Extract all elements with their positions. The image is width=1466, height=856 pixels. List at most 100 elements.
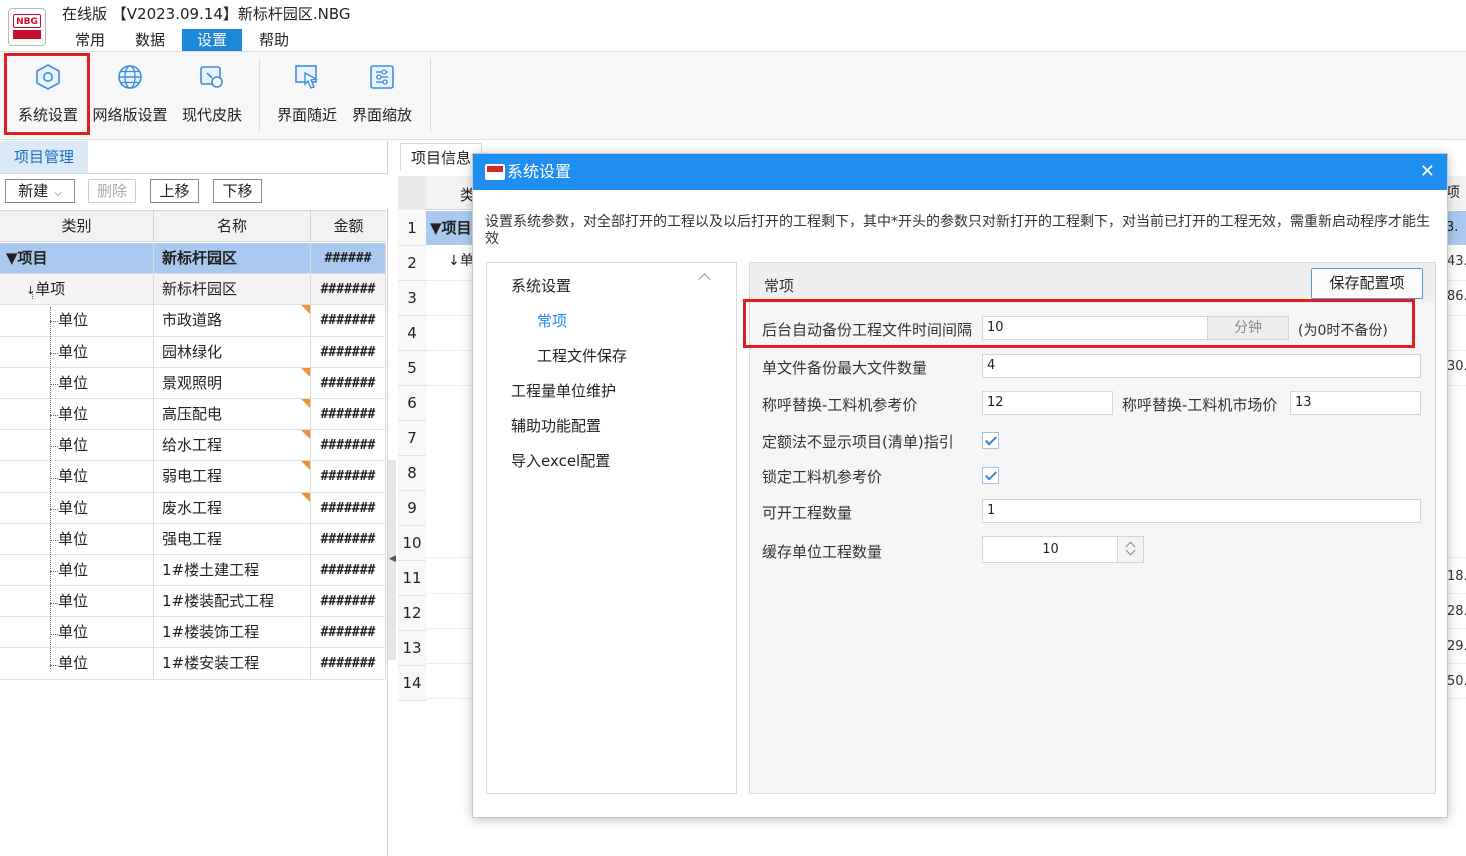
lock-price-label: 锁定工料机参考价 [762,468,883,486]
table-row[interactable]: 单位 1#楼装饰工程 ####### [0,617,386,649]
row-name: 废水工程 [162,498,223,517]
cell-value: 50. [1447,674,1466,689]
column-header-type[interactable]: 类别 [0,211,154,242]
row-number: 11 [398,561,426,596]
market-price-input[interactable]: 13 [1290,391,1421,415]
nav-item-general[interactable]: 常项 [537,310,567,331]
chevron-up-icon[interactable] [698,273,711,286]
row-name: 新标杆园区 [154,274,311,306]
row-number: 8 [398,456,426,491]
tab-project-info[interactable]: 项目信息 [400,143,483,171]
row-number: 13 [398,631,426,666]
app-title: 在线版 【V2023.09.14】新标杆园区.NBG [62,5,351,23]
ref-price-input[interactable]: 12 [982,391,1113,415]
move-up-button[interactable]: 上移 [150,179,199,203]
cell-value: 29. [1447,639,1466,654]
chevron-left-icon[interactable]: ◀ [389,554,396,564]
project-grid-header: 类别 名称 金额 [0,210,386,242]
row-number: 6 [398,386,426,421]
row-name: 园林绿化 [154,336,311,368]
grid-corner [398,176,426,210]
settings-section-header: 常项 保存配置项 [750,263,1435,303]
section-title: 常项 [764,277,795,295]
tab-project-management[interactable]: 项目管理 [0,141,88,173]
max-backup-input[interactable]: 4 [982,354,1421,378]
nav-item-unit-maintenance[interactable]: 工程量单位维护 [511,380,616,401]
modern-skin-label: 现代皮肤 [181,106,242,124]
ref-price-label: 称呼替换-工料机参考价 [762,396,918,414]
row-type: 单位 [0,398,154,430]
table-row[interactable]: 单位 1#楼装配式工程 ####### [0,586,386,618]
menu-data[interactable]: 数据 [120,29,180,51]
cache-count-value[interactable]: 10 [983,537,1118,562]
row-name: 1#楼土建工程 [154,554,311,586]
lock-price-checkbox[interactable] [982,467,999,484]
collapse-arrow-icon[interactable]: ▼ [6,249,18,267]
save-config-button[interactable]: 保存配置项 [1311,268,1423,299]
cache-count-stepper[interactable]: 10 [982,536,1144,563]
move-down-button[interactable]: 下移 [213,179,262,203]
row-name: 市政道路 [162,311,223,330]
cell-value: 3. [1446,211,1466,245]
row-amount: ####### [311,430,386,462]
cell-value: 43. [1447,254,1466,269]
skin-icon [200,66,223,88]
row-name: 1#楼安装工程 [154,648,311,680]
open-count-label: 可开工程数量 [762,504,853,522]
open-count-input[interactable]: 1 [982,499,1421,523]
dialog-title: 系统设置 [507,162,572,181]
network-settings-button[interactable]: 网络版设置 [90,52,170,136]
highlight-box-ribbon [4,53,90,135]
row-type: 单位 [0,586,154,618]
project-management-panel: 项目管理 新建 ⌵ 删除 上移 下移 类别 名称 金额 ▼项目 新标杆园区 ###… [0,141,388,856]
cell-value: 18. [1447,569,1466,584]
row-amount: ####### [311,274,386,306]
ribbon-separator [259,58,260,132]
row-name: 弱电工程 [162,467,223,486]
project-tree-grid: ▼项目 新标杆园区 ###### ↓单项 新标杆园区 ####### 单位 市政… [0,243,386,680]
follow-ui-button[interactable]: 界面随近 [267,52,347,136]
collapse-arrow-icon[interactable]: ↓ [26,284,35,297]
delete-button[interactable]: 删除 [88,179,136,203]
quota-hide-checkbox[interactable] [982,432,999,449]
cell-value: 30. [1447,359,1466,374]
close-icon[interactable]: ✕ [1420,154,1435,190]
main-grid-cut-header: 项目 [1446,176,1466,235]
main-grid-row-project[interactable]: ▼项目 [426,211,476,245]
row-name: 景观照明 [162,373,223,392]
row-number: 4 [398,316,426,351]
column-header-name[interactable]: 名称 [154,211,311,242]
table-row[interactable]: 单位 弱电工程 ####### [0,461,386,493]
row-amount: ###### [311,243,386,274]
row-number: 7 [398,421,426,456]
nav-item-file-save[interactable]: 工程文件保存 [537,345,627,366]
column-header-amount[interactable]: 金额 [311,211,386,242]
row-number: 9 [398,491,426,526]
nav-group-system-settings[interactable]: 系统设置 [511,275,571,296]
row-amount: ####### [311,461,386,493]
row-name: 新标杆园区 [154,243,311,274]
menu-settings[interactable]: 设置 [182,29,243,51]
modern-skin-button[interactable]: 现代皮肤 [172,52,252,136]
row-number: 2 [398,246,426,281]
modified-flag-icon [301,461,310,471]
main-grid-row-sub[interactable]: ↓单 [448,250,474,270]
menu-help[interactable]: 帮助 [244,29,304,51]
project-toolbar: 新建 ⌵ 删除 上移 下移 [0,174,388,208]
zoom-ui-button[interactable]: 界面缩放 [342,52,422,136]
row-name: 强电工程 [154,523,311,555]
app-logo: NBG [8,8,46,46]
main-grid-row-label: 项目 [441,219,472,237]
nav-item-aux-config[interactable]: 辅助功能配置 [511,415,601,436]
cache-count-label: 缓存单位工程数量 [762,543,883,561]
table-row[interactable]: ▼项目 新标杆园区 ###### [0,243,386,275]
row-type: 单位 [0,430,154,462]
new-dropdown-button[interactable]: 新建 ⌵ [5,179,75,203]
nav-item-excel-import[interactable]: 导入excel配置 [511,450,610,471]
row-type: 单位 [0,336,154,368]
row-type: 单位 [0,648,154,680]
table-row[interactable]: ↓单项 新标杆园区 ####### [0,274,386,306]
quota-hide-label: 定额法不显示项目(清单)指引 [762,433,954,451]
menu-common[interactable]: 常用 [60,29,120,51]
dialog-title-bar[interactable]: 系统设置 ✕ [473,154,1447,190]
